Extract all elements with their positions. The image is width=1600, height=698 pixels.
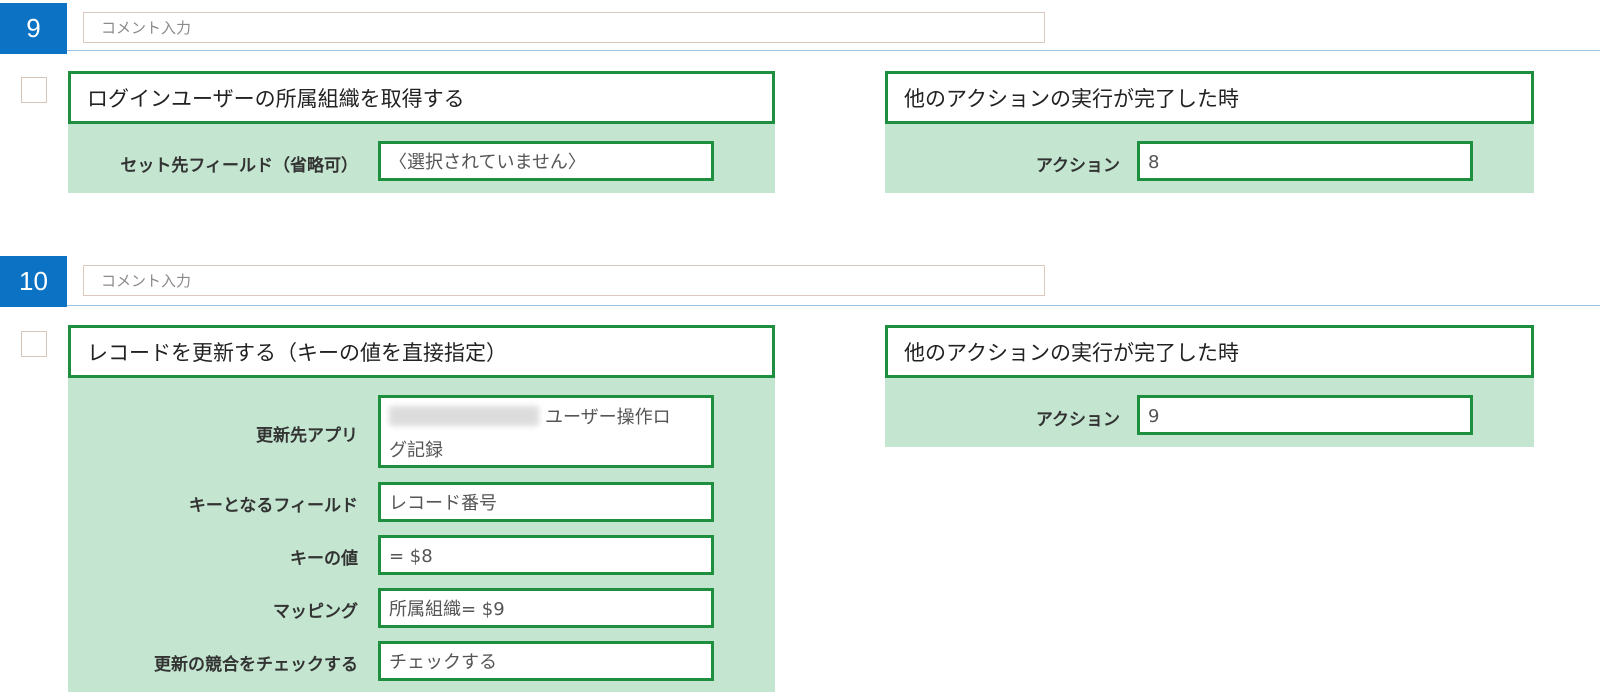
action-panel: レコードを更新する（キーの値を直接指定） 更新先アプリ ユーザー操作ロ グ記録 … bbox=[68, 325, 775, 692]
field-label-mapping: マッピング bbox=[273, 602, 358, 622]
target-app-name-line2: グ記録 bbox=[389, 440, 443, 461]
conflict-check-select[interactable]: チェックする bbox=[378, 641, 714, 681]
trigger-action-select[interactable]: 8 bbox=[1137, 141, 1473, 181]
action-title[interactable]: ログインユーザーの所属組織を取得する bbox=[68, 71, 775, 124]
comment-input[interactable] bbox=[83, 265, 1045, 296]
trigger-panel: 他のアクションの実行が完了した時 アクション 9 bbox=[885, 325, 1534, 447]
trigger-panel: 他のアクションの実行が完了した時 アクション 8 bbox=[885, 71, 1534, 193]
step-number-badge: 9 bbox=[0, 3, 67, 54]
target-app-select[interactable]: ユーザー操作ロ グ記録 bbox=[378, 395, 714, 468]
trigger-title[interactable]: 他のアクションの実行が完了した時 bbox=[885, 325, 1534, 378]
trigger-action-label: アクション bbox=[1035, 156, 1120, 176]
trigger-action-select[interactable]: 9 bbox=[1137, 395, 1473, 435]
redacted-app-name bbox=[389, 406, 539, 426]
field-label-conflict-check: 更新の競合をチェックする bbox=[154, 655, 358, 675]
field-label-target-app: 更新先アプリ bbox=[256, 426, 358, 446]
trigger-title[interactable]: 他のアクションの実行が完了した時 bbox=[885, 71, 1534, 124]
trigger-action-label: アクション bbox=[1035, 410, 1120, 430]
mapping-input[interactable]: 所属組織= $9 bbox=[378, 588, 714, 628]
step-select-checkbox[interactable] bbox=[21, 77, 47, 103]
field-label-target-field: セット先フィールド（省略可） bbox=[120, 156, 358, 176]
key-field-select[interactable]: レコード番号 bbox=[378, 482, 714, 522]
step-select-checkbox[interactable] bbox=[21, 331, 47, 357]
action-panel: ログインユーザーの所属組織を取得する セット先フィールド（省略可） 〈選択されて… bbox=[68, 71, 775, 193]
comment-input[interactable] bbox=[83, 12, 1045, 43]
step-divider bbox=[67, 305, 1600, 306]
key-value-input[interactable]: = $8 bbox=[378, 535, 714, 575]
target-app-name-line1: ユーザー操作ロ bbox=[545, 407, 671, 428]
step-divider bbox=[67, 50, 1600, 51]
field-label-key-field: キーとなるフィールド bbox=[188, 496, 358, 516]
step-number-badge: 10 bbox=[0, 256, 67, 307]
target-field-select[interactable]: 〈選択されていません〉 bbox=[378, 141, 714, 181]
field-label-key-value: キーの値 bbox=[290, 549, 358, 569]
action-title[interactable]: レコードを更新する（キーの値を直接指定） bbox=[68, 325, 775, 378]
